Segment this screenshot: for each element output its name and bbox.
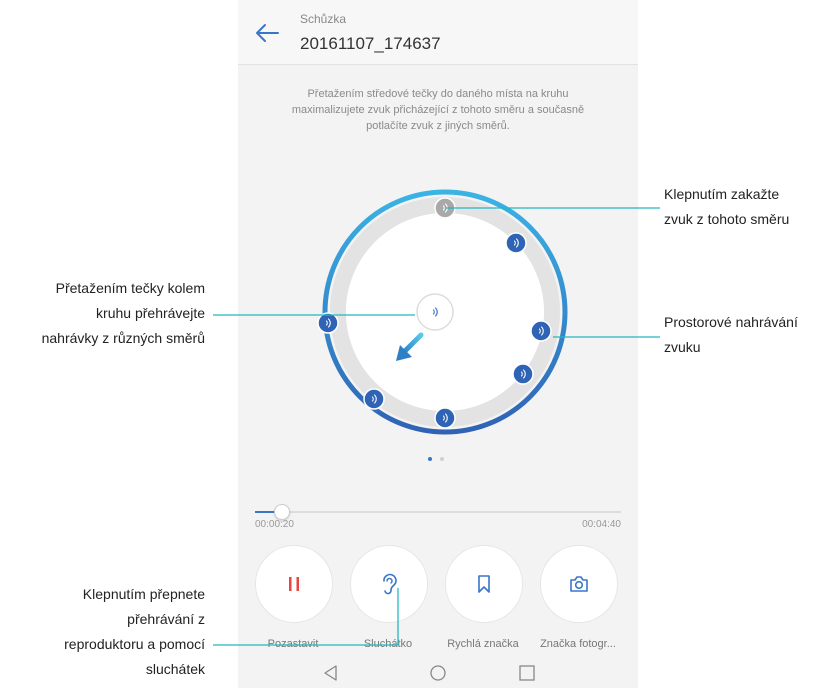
callout-line-text: zvuk z tohoto směru (664, 211, 790, 227)
callout-line-text: Klepnutím přepnete (82, 586, 205, 602)
callout-line-text: Prostorové nahrávání (664, 314, 798, 330)
callout-line-text: Klepnutím zakažte (664, 186, 780, 202)
callout-line-text: přehrávání z (127, 611, 205, 627)
callout-drag-dot: Přetažením tečky kolem kruhu přehrávejte… (0, 276, 205, 351)
callout-line-text: zvuku (664, 339, 701, 355)
callout-switch-playback: Klepnutím přepnete přehrávání z reproduk… (0, 582, 205, 682)
callout-disable-sound: Klepnutím zakažte zvuk z tohoto směru (664, 182, 789, 232)
callout-line-text: kruhu přehrávejte (96, 305, 205, 321)
callout-line-text: Přetažením tečky kolem (55, 280, 205, 296)
callout-line-text: reproduktoru a pomocí (64, 636, 205, 652)
callout-line-text: nahrávky z různých směrů (41, 330, 205, 346)
callout-line-text: sluchátek (145, 661, 205, 677)
callout-spatial-recording: Prostorové nahrávání zvuku (664, 310, 798, 360)
